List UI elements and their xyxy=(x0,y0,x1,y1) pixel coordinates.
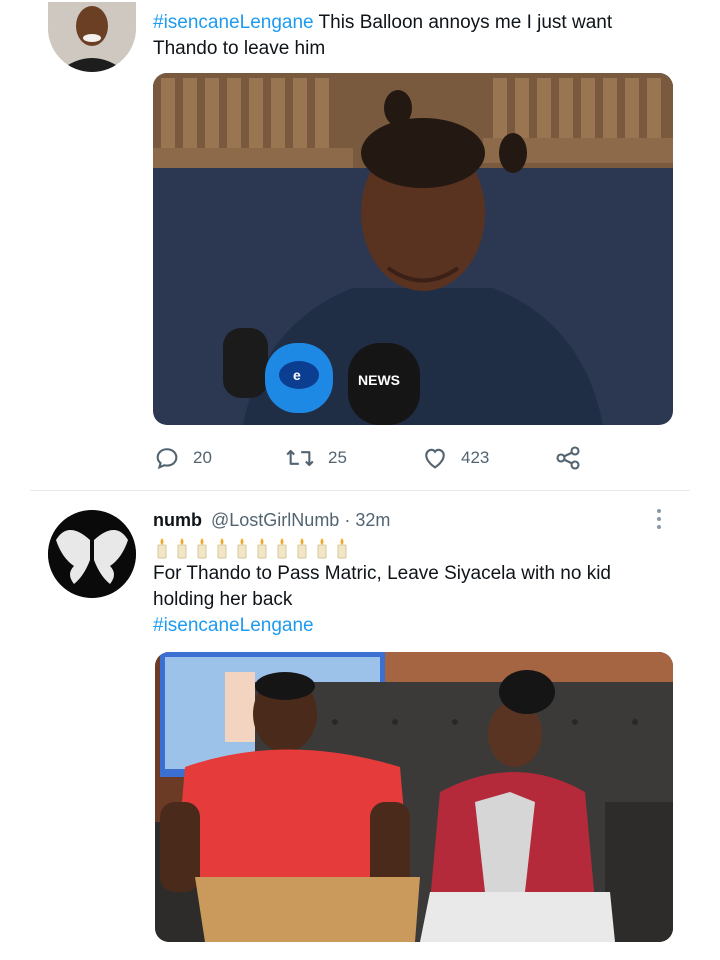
tweet2-text-line2: holding her back xyxy=(153,589,293,610)
tweet1-text-line2: Thando to leave him xyxy=(153,38,326,59)
retweet-button[interactable]: 25 xyxy=(284,444,347,472)
tweet1-image[interactable]: e NEWS xyxy=(153,73,673,425)
tweet2-text: For Thando to Pass Matric, Leave Siyacel… xyxy=(153,561,693,639)
like-icon xyxy=(421,444,449,472)
candle-emoji-icon xyxy=(176,537,188,559)
svg-text:e: e xyxy=(293,367,301,383)
reply-button[interactable]: 20 xyxy=(153,444,212,472)
candle-emoji-icon xyxy=(336,537,348,559)
candle-emoji-icon xyxy=(296,537,308,559)
tweet2-text-line1: For Thando to Pass Matric, Leave Siyacel… xyxy=(153,563,611,584)
tweet-divider xyxy=(30,490,690,491)
candle-emoji-icon xyxy=(196,537,208,559)
candle-emoji-icon xyxy=(156,537,168,559)
tweet2-hashtag[interactable]: #isencaneLengane xyxy=(153,615,314,636)
candle-emoji-icon xyxy=(316,537,328,559)
tweet1-hashtag[interactable]: #isencaneLengane xyxy=(153,12,314,33)
tweet1-avatar[interactable] xyxy=(48,2,136,72)
share-icon xyxy=(554,444,582,472)
reply-icon xyxy=(153,444,181,472)
like-button[interactable]: 423 xyxy=(421,444,489,472)
candle-emoji-icon xyxy=(236,537,248,559)
tweet2-avatar[interactable] xyxy=(48,510,136,598)
tweet2-image[interactable] xyxy=(155,652,673,942)
retweet-count: 25 xyxy=(328,448,347,467)
display-name[interactable]: numb xyxy=(153,510,202,530)
tweet1-text-line1: This Balloon annoys me I just want xyxy=(313,12,613,33)
retweet-icon xyxy=(284,444,316,472)
candle-emoji-icon xyxy=(276,537,288,559)
candle-emoji-icon xyxy=(256,537,268,559)
reply-count: 20 xyxy=(193,448,212,467)
candle-emoji-icon xyxy=(216,537,228,559)
share-button[interactable] xyxy=(554,444,582,472)
tweet2-header: numb @LostGirlNumb · 32m xyxy=(153,508,390,532)
more-button[interactable] xyxy=(652,506,666,537)
more-icon xyxy=(652,509,666,536)
handle-time[interactable]: @LostGirlNumb · 32m xyxy=(211,510,390,530)
news-mic-label: NEWS xyxy=(358,372,400,388)
tweet1-text: #isencaneLengane This Balloon annoys me … xyxy=(153,10,693,62)
like-count: 423 xyxy=(461,448,490,467)
candle-emoji-row xyxy=(156,537,356,561)
